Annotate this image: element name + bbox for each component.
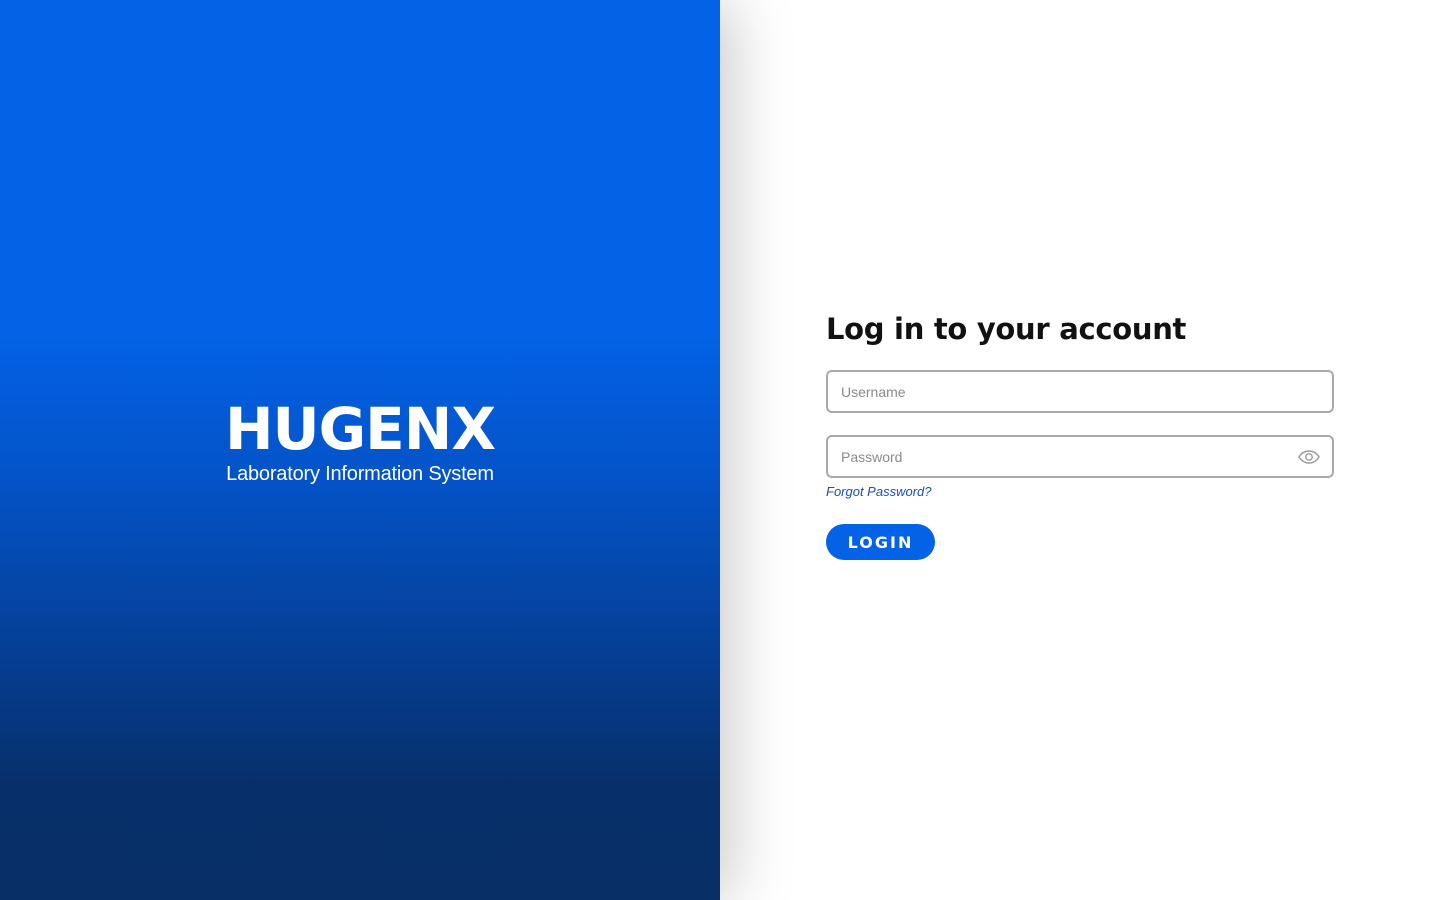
password-field-container: [826, 435, 1334, 478]
brand-logo: HUGENX: [224, 395, 496, 463]
password-input[interactable]: [828, 437, 1332, 476]
eye-icon[interactable]: [1298, 447, 1320, 467]
username-input[interactable]: [828, 372, 1332, 411]
login-panel: Log in to your account Forgot Password? …: [720, 0, 1440, 900]
brand-panel: HUGENX Laboratory Information System: [0, 0, 720, 900]
brand-subtitle: Laboratory Information System: [226, 463, 494, 485]
login-button[interactable]: LOGIN: [826, 524, 935, 560]
brand-block: HUGENX Laboratory Information System: [0, 396, 720, 486]
forgot-password-link[interactable]: Forgot Password?: [826, 484, 932, 499]
login-form: Log in to your account Forgot Password? …: [826, 310, 1334, 560]
username-field-container: [826, 370, 1334, 413]
login-title: Log in to your account: [826, 312, 1187, 346]
